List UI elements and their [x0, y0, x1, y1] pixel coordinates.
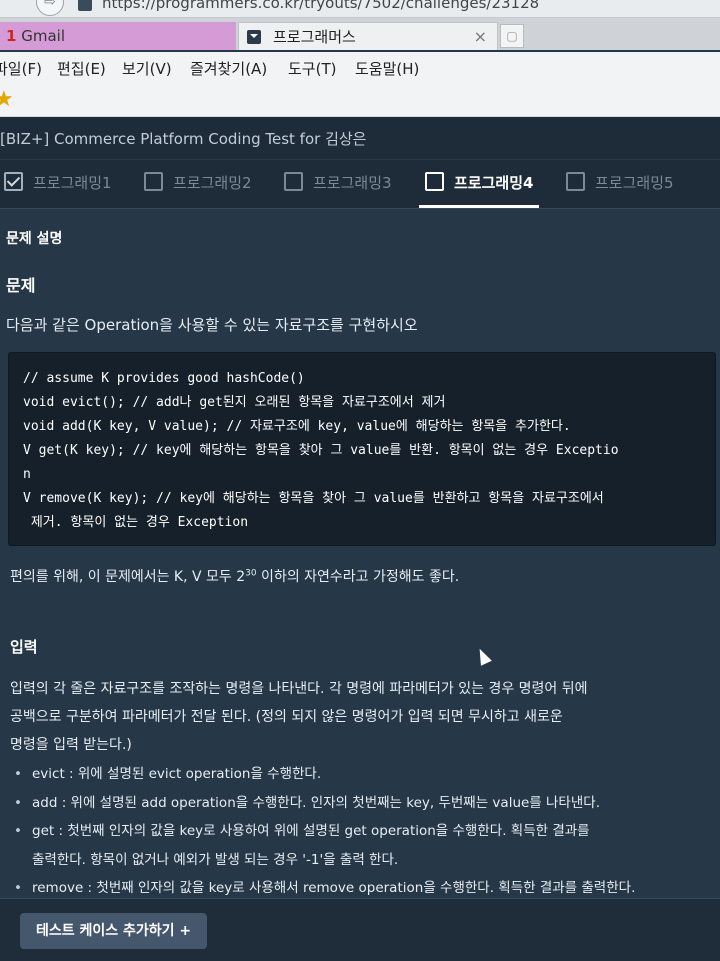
menu-tools[interactable]: 도구(T) — [288, 58, 336, 79]
problem-tab-label: 프로그래밍1 — [33, 174, 112, 192]
bottom-toolbar: 테스트 케이스 추가하기 + — [0, 898, 720, 961]
menu-edit[interactable]: 편집(E) — [57, 58, 106, 79]
tab-problem-3[interactable]: 프로그래밍3 — [284, 172, 392, 208]
checkbox-empty-icon — [425, 172, 444, 191]
code-line: // assume K provides good hashCode() — [23, 371, 305, 386]
note-exponent: 30 — [245, 568, 257, 579]
problem-tab-label: 프로그래밍4 — [454, 174, 534, 192]
tab-programmers[interactable]: 프로그래머스 × — [238, 22, 498, 50]
problem-tabs: 프로그래밍1 프로그래밍2 프로그래밍3 프로그래밍4 프로그래밍5 — [0, 160, 720, 209]
code-block: // assume K provides good hashCode() voi… — [8, 352, 716, 546]
address-bar: ⇨ https://programmers.co.kr/tryouts/7502… — [0, 0, 720, 18]
list-item: get : 첫번째 인자의 값을 key로 사용하여 위에 설명된 get op… — [14, 817, 635, 846]
checkbox-empty-icon — [284, 172, 303, 191]
browser-tab-strip: 1 Gmail 프로그래머스 × ▢ — [0, 18, 720, 50]
note-text: 편의를 위해, 이 문제에서는 K, V 모두 2 — [10, 569, 246, 585]
checkbox-empty-icon — [144, 172, 163, 191]
menu-view[interactable]: 보기(V) — [122, 58, 172, 79]
favorites-star-icon[interactable]: ★ — [0, 87, 14, 112]
code-line: n — [23, 467, 31, 482]
menu-favorites[interactable]: 즐겨찾기(A) — [190, 58, 267, 79]
mouse-cursor-icon — [474, 646, 492, 666]
section-title: 문제 설명 — [6, 231, 63, 247]
menu-file[interactable]: 파일(F) — [0, 58, 42, 79]
checkbox-empty-icon — [566, 172, 585, 191]
menu-bar: 파일(F) 편집(E) 보기(V) 즐겨찾기(A) 도구(T) 도움말(H) — [0, 52, 720, 82]
favorites-bar: ★ — [0, 82, 720, 117]
operation-list: evict : 위에 설명된 evict operation을 수행한다. ad… — [14, 760, 635, 903]
input-description: 입력의 각 줄은 자료구조를 조작하는 명령을 나타낸다. 각 명령에 파라메터… — [10, 675, 588, 759]
code-line: void add(K key, V value); // 자료구조에 key, … — [23, 419, 571, 434]
programmers-favicon-icon — [247, 30, 261, 44]
add-test-case-button[interactable]: 테스트 케이스 추가하기 + — [20, 913, 208, 949]
test-title-bar: [BIZ+] Commerce Platform Coding Test for… — [0, 117, 720, 159]
input-heading: 입력 — [10, 638, 38, 656]
code-line: V remove(K key); // key에 해당하는 항목을 찾아 그 v… — [23, 491, 604, 506]
problem-intro: 다음과 같은 Operation을 사용할 수 있는 자료구조를 구현하시오 — [6, 316, 418, 334]
checkbox-checked-icon — [4, 172, 23, 191]
programmers-tab-label: 프로그래머스 — [273, 28, 356, 46]
code-line: 제거. 항목이 없는 경우 Exception — [23, 515, 249, 530]
new-tab-button[interactable]: ▢ — [500, 24, 524, 48]
tab-problem-4[interactable]: 프로그래밍4 — [418, 172, 540, 208]
menu-help[interactable]: 도움말(H) — [355, 58, 419, 79]
code-line: void evict(); // add나 get된지 오래된 항목을 자료구조… — [23, 395, 446, 410]
site-favicon-icon — [78, 0, 92, 11]
tab-problem-2[interactable]: 프로그래밍2 — [144, 172, 252, 208]
gmail-tab-label: Gmail — [21, 27, 65, 45]
list-item: evict : 위에 설명된 evict operation을 수행한다. — [14, 760, 635, 789]
code-line: V get(K key); // key에 해당하는 항목을 찾아 그 valu… — [23, 443, 619, 458]
tab-problem-5[interactable]: 프로그래밍5 — [566, 172, 674, 208]
list-item-continuation: 출력한다. 항목이 없거나 예외가 발생 되는 경우 '-1'을 출력 한다. — [32, 851, 399, 868]
constraint-note: 편의를 위해, 이 문제에서는 K, V 모두 230 이하의 자연수라고 가정… — [10, 566, 459, 586]
problem-heading: 문제 — [6, 276, 36, 295]
input-line: 입력의 각 줄은 자료구조를 조작하는 명령을 나타낸다. 각 명령에 파라메터… — [10, 681, 588, 697]
forward-button[interactable]: ⇨ — [36, 0, 64, 16]
note-text-end: 이하의 자연수라고 가정해도 좋다. — [256, 569, 460, 585]
close-tab-icon[interactable]: × — [474, 23, 487, 51]
input-line: 공백으로 구분하여 파라메터가 전달 된다. (정의 되지 않은 명령어가 입력… — [10, 709, 563, 725]
url-field[interactable]: https://programmers.co.kr/tryouts/7502/c… — [102, 0, 539, 12]
problem-tab-label: 프로그래밍3 — [313, 174, 392, 192]
list-item: add : 위에 설명된 add operation을 수행한다. 인자의 첫번… — [14, 789, 635, 818]
input-line: 명령을 입력 받는다.) — [10, 737, 132, 753]
tab-problem-1[interactable]: 프로그래밍1 — [4, 172, 112, 208]
problem-tab-label: 프로그래밍5 — [595, 174, 674, 192]
gmail-tab-prefix: 1 — [6, 27, 17, 45]
problem-tab-label: 프로그래밍2 — [173, 174, 252, 192]
tab-gmail[interactable]: 1 Gmail — [0, 22, 236, 50]
test-title: [BIZ+] Commerce Platform Coding Test for… — [0, 130, 367, 148]
